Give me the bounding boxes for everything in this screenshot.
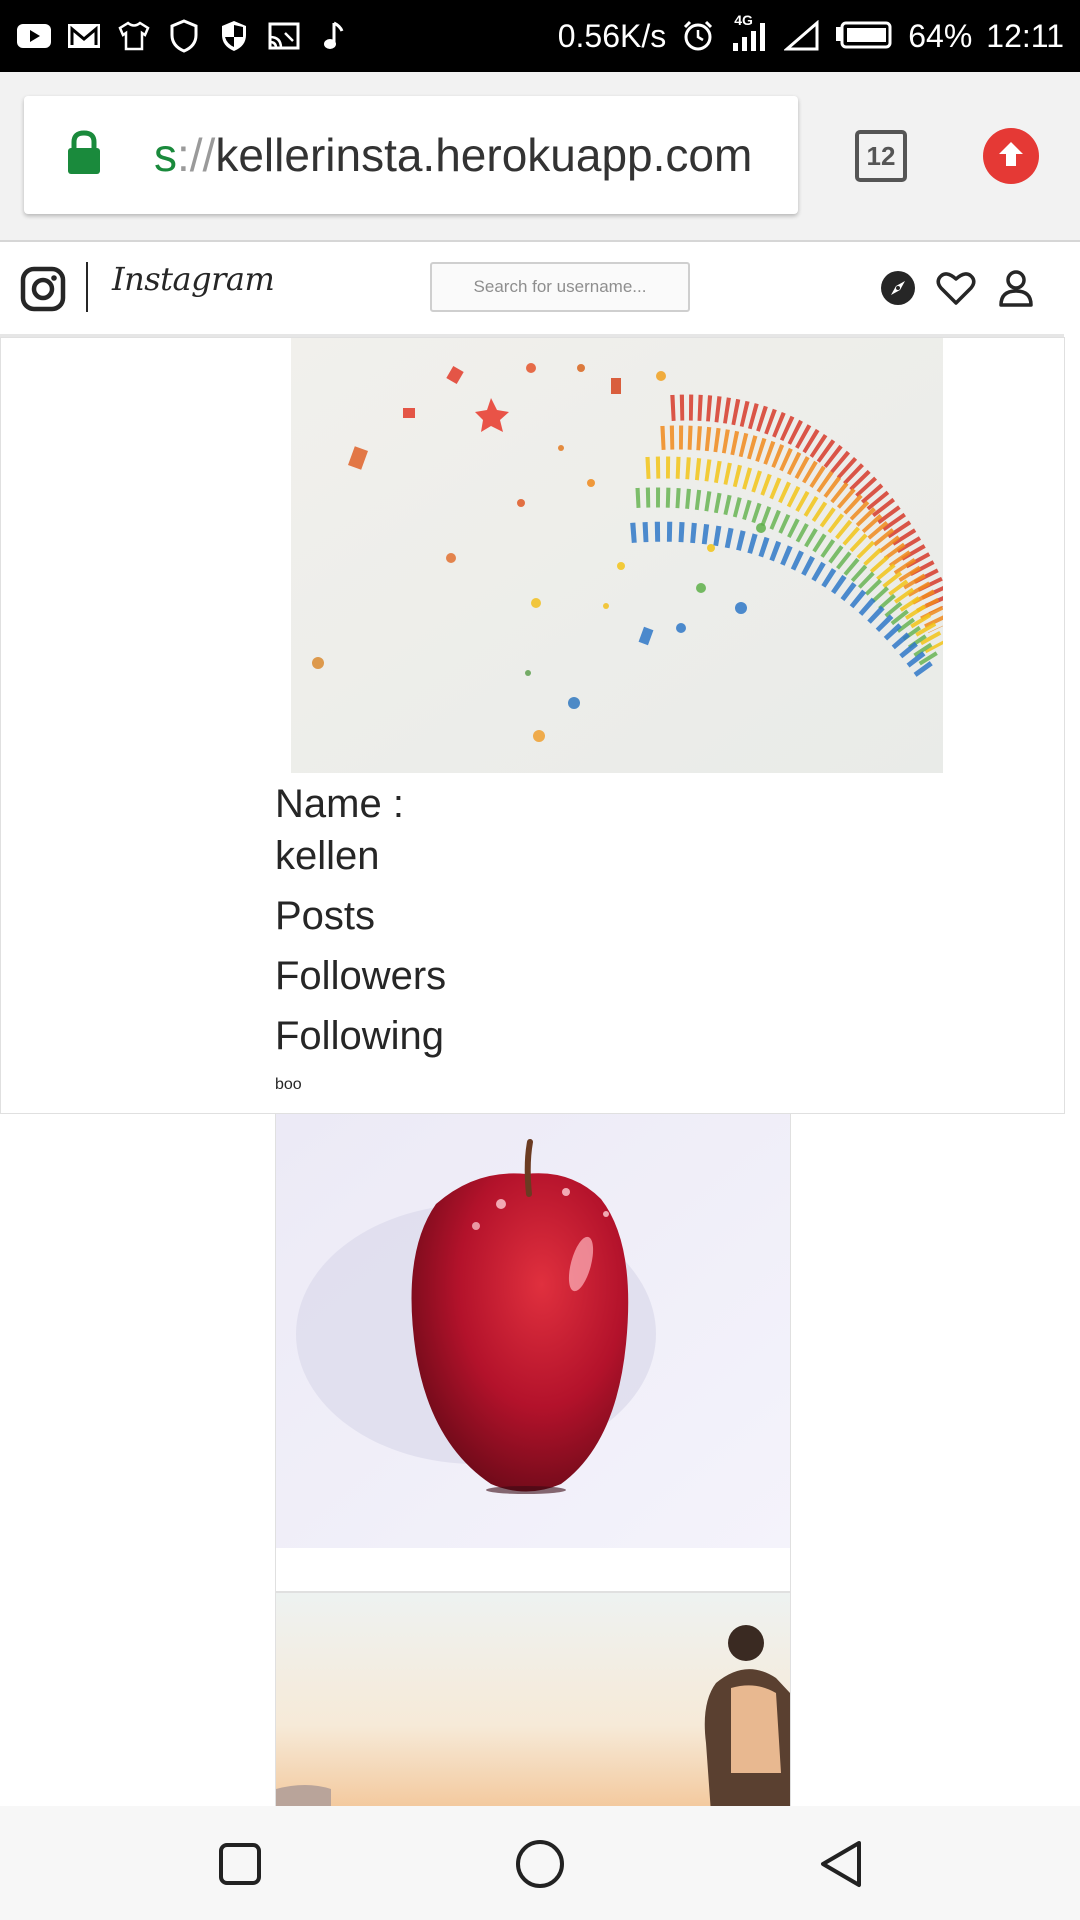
following-label[interactable]: Following — [275, 1010, 446, 1062]
instagram-navbar: Instagram — [0, 242, 1064, 337]
posts-label: Posts — [275, 894, 376, 938]
gmail-icon — [66, 18, 102, 54]
post-card[interactable] — [275, 1592, 791, 1814]
lock-icon — [66, 130, 102, 180]
search-input[interactable] — [430, 262, 690, 312]
logo-divider — [86, 262, 88, 312]
instagram-wordmark[interactable]: Instagram — [112, 260, 275, 298]
profile-card: Name : kellen Posts Followers Following … — [0, 337, 1065, 1114]
url-scheme: s — [154, 129, 177, 181]
name-value: kellen — [275, 834, 380, 878]
square-recents-icon[interactable] — [214, 1838, 266, 1890]
signal-icon: 4G — [730, 12, 770, 54]
status-bar: 0.56K/s 4G 64% 12:11 — [0, 0, 1080, 72]
triangle-back-icon[interactable] — [814, 1838, 866, 1890]
profile-banner-image — [291, 338, 943, 773]
url-host: kellerinsta.herokuapp.com — [215, 129, 753, 181]
clock: 12:11 — [986, 17, 1064, 54]
circle-home-icon[interactable] — [514, 1838, 566, 1890]
battery-level: 64% — [908, 17, 973, 54]
battery-icon — [834, 18, 894, 54]
bio-text: boo — [275, 1076, 302, 1093]
post-image-sunset[interactable] — [276, 1593, 790, 1813]
browser-toolbar: s://kellerinsta.herokuapp.com 12 — [0, 72, 1080, 242]
tabs-button[interactable]: 12 — [855, 130, 907, 182]
signal-empty-icon — [784, 18, 820, 54]
music-note-icon — [316, 18, 352, 54]
url-separator: :// — [177, 129, 216, 181]
alarm-icon — [680, 18, 716, 54]
followers-label[interactable]: Followers — [275, 950, 446, 1002]
youtube-icon — [16, 18, 52, 54]
compass-icon[interactable] — [876, 266, 920, 310]
arrow-up-icon — [996, 139, 1026, 173]
profile-info: Name : kellen Posts Followers Following … — [275, 778, 446, 1094]
instagram-logo-icon[interactable] — [20, 266, 66, 316]
post-image-apple[interactable] — [276, 1114, 790, 1548]
post-card[interactable] — [275, 1113, 791, 1592]
cast-icon — [266, 18, 302, 54]
shield-icon — [166, 18, 202, 54]
update-button[interactable] — [983, 128, 1039, 184]
user-icon[interactable] — [994, 266, 1038, 310]
shirt-icon — [116, 18, 152, 54]
name-label: Name : — [275, 782, 404, 826]
network-speed: 0.56K/s — [557, 17, 667, 54]
system-navigation-bar — [0, 1806, 1080, 1920]
address-bar[interactable]: s://kellerinsta.herokuapp.com — [24, 96, 798, 214]
heart-icon[interactable] — [934, 266, 978, 310]
shield-half-icon — [216, 18, 252, 54]
network-type: 4G — [734, 12, 753, 28]
url-text[interactable]: s://kellerinsta.herokuapp.com — [154, 96, 752, 214]
